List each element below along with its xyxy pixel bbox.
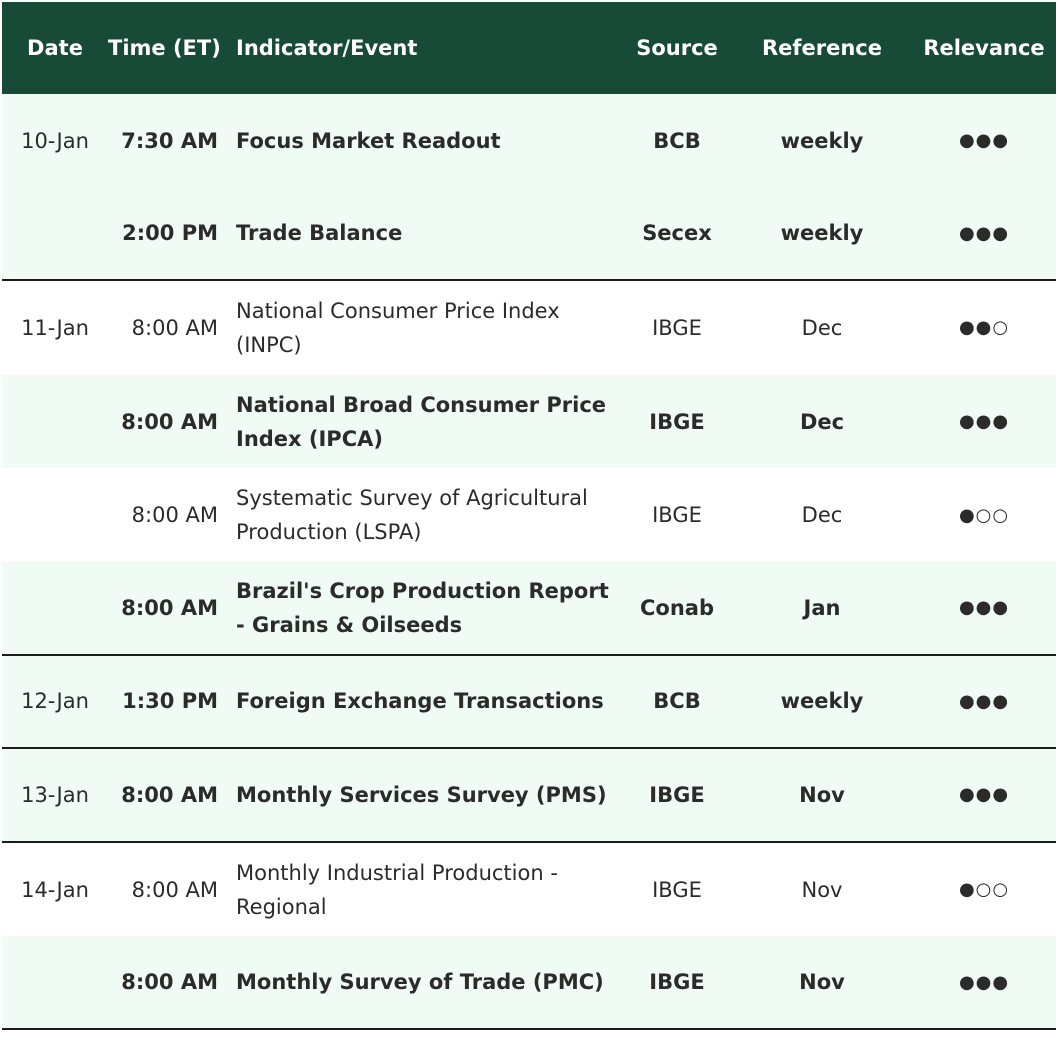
row-event: National Consumer Price Index (INPC) (236, 298, 560, 357)
row-date: 11-Jan (21, 315, 89, 340)
row-event: Systematic Survey of Agricultural Produc… (236, 486, 588, 545)
row-source: IBGE (652, 503, 702, 528)
table-header: Date Time (ET) Indicator/Event Source Re… (2, 2, 1056, 94)
row-source: BCB (653, 689, 701, 714)
row-time: 2:00 PM (122, 221, 218, 246)
row-date: 13-Jan (21, 782, 89, 807)
row-event: Monthly Services Survey (PMS) (236, 782, 607, 807)
row-reference: Nov (799, 782, 845, 807)
row-date: 12-Jan (21, 689, 89, 714)
table-row: 8:00 AM Monthly Survey of Trade (PMC) IB… (2, 936, 1056, 1030)
row-date: 10-Jan (21, 128, 89, 153)
relevance-dots: ●○○ (958, 879, 1010, 901)
row-source: BCB (653, 128, 701, 153)
relevance-dots: ●○○ (958, 504, 1010, 526)
row-time: 8:00 AM (121, 409, 218, 434)
row-source: IBGE (652, 877, 702, 902)
row-source: IBGE (649, 409, 705, 434)
row-date: 14-Jan (21, 877, 89, 902)
header-source: Source (636, 36, 718, 60)
row-event: National Broad Consumer Price Index (IPC… (236, 392, 607, 451)
relevance-dots: ●●● (958, 784, 1010, 806)
row-time: 8:00 AM (131, 877, 218, 902)
row-reference: weekly (780, 221, 864, 246)
row-time: 7:30 AM (121, 128, 218, 153)
table-row: 8:00 AM Systematic Survey of Agricultura… (2, 468, 1056, 562)
row-event: Monthly Survey of Trade (PMC) (236, 970, 604, 995)
row-reference: weekly (780, 128, 864, 153)
economic-calendar-table: Date Time (ET) Indicator/Event Source Re… (2, 2, 1056, 1030)
row-time: 8:00 AM (121, 595, 218, 620)
table-row: 12-Jan 1:30 PM Foreign Exchange Transact… (2, 655, 1056, 750)
row-reference: Dec (799, 409, 845, 434)
header-date: Date (27, 36, 83, 60)
row-reference: Nov (801, 877, 843, 902)
header-relevance: Relevance (923, 36, 1045, 60)
row-time: 8:00 AM (131, 503, 218, 528)
table-row: 13-Jan 8:00 AM Monthly Services Survey (… (2, 749, 1056, 843)
row-time: 8:00 AM (121, 970, 218, 995)
relevance-dots: ●●○ (958, 317, 1010, 339)
row-event: Foreign Exchange Transactions (236, 689, 604, 714)
row-source: Secex (642, 221, 712, 246)
table-row: 14-Jan 8:00 AM Monthly Industrial Produc… (2, 843, 1056, 937)
row-reference: Dec (801, 315, 843, 340)
table-row: 8:00 AM Brazil's Crop Production Report … (2, 561, 1056, 656)
relevance-dots: ●●● (958, 690, 1010, 712)
row-event: Focus Market Readout (236, 128, 501, 153)
row-reference: Nov (799, 970, 845, 995)
row-reference: Dec (801, 503, 843, 528)
row-reference: weekly (780, 689, 864, 714)
row-time: 1:30 PM (122, 689, 218, 714)
row-time: 8:00 AM (121, 782, 218, 807)
row-event: Trade Balance (236, 221, 403, 246)
header-event: Indicator/Event (236, 36, 418, 60)
relevance-dots: ●●● (958, 411, 1010, 433)
table-row: 8:00 AM National Broad Consumer Price In… (2, 374, 1056, 469)
header-time: Time (ET) (108, 36, 221, 60)
relevance-dots: ●●● (958, 222, 1010, 244)
row-reference: Jan (803, 595, 841, 620)
relevance-dots: ●●● (958, 971, 1010, 993)
row-source: IBGE (652, 315, 702, 340)
row-source: Conab (640, 595, 714, 620)
relevance-dots: ●●● (958, 597, 1010, 619)
table-row: 10-Jan 7:30 AM Focus Market Readout BCB … (2, 94, 1056, 188)
row-time: 8:00 AM (131, 315, 218, 340)
table-row: 11-Jan 8:00 AM National Consumer Price I… (2, 281, 1056, 375)
row-event: Monthly Industrial Production - Regional (236, 860, 558, 919)
table-row: 2:00 PM Trade Balance Secex weekly ●●● (2, 187, 1056, 282)
row-source: IBGE (649, 970, 705, 995)
row-source: IBGE (649, 782, 705, 807)
header-reference: Reference (761, 36, 883, 60)
row-event: Brazil's Crop Production Report - Grains… (236, 578, 609, 637)
relevance-dots: ●●● (958, 130, 1010, 152)
